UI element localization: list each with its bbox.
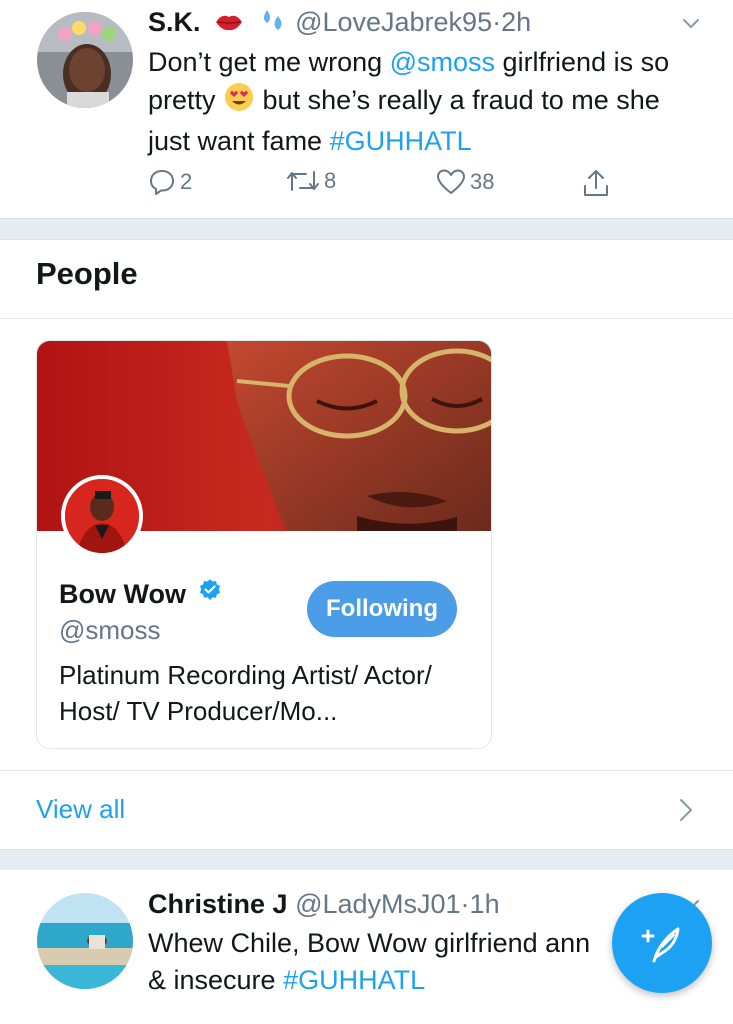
compose-tweet-button[interactable] bbox=[612, 893, 712, 993]
compose-feather-icon bbox=[641, 927, 680, 963]
tweet-actions: 2 8 38 bbox=[148, 168, 618, 204]
tweet-text: Whew Chile, Bow Wow girlfriend ann & ins… bbox=[148, 925, 618, 999]
user-handle[interactable]: @LoveJabrek95 bbox=[295, 7, 492, 37]
section-divider bbox=[0, 218, 733, 240]
card-user-handle: @smoss bbox=[59, 615, 161, 645]
user-name[interactable]: Bow Wow bbox=[59, 579, 186, 609]
user-bio: Platinum Recording Artist/ Actor/ Host/ … bbox=[59, 660, 432, 726]
tweet-time: 1h bbox=[469, 889, 500, 919]
chevron-down-icon[interactable] bbox=[681, 14, 701, 34]
avatar[interactable] bbox=[37, 893, 133, 989]
heart-icon bbox=[437, 169, 465, 194]
share-button[interactable] bbox=[582, 168, 610, 198]
mention-link[interactable]: @smoss bbox=[390, 47, 495, 77]
divider bbox=[0, 318, 733, 319]
tweet-text-part: Don’t get me wrong bbox=[148, 47, 390, 77]
following-button[interactable]: Following bbox=[307, 581, 457, 637]
retweet-count: 8 bbox=[324, 168, 337, 193]
hashtag-link[interactable]: #GUHHATL bbox=[330, 126, 472, 156]
reply-button[interactable]: 2 bbox=[148, 168, 192, 196]
retweet-icon bbox=[287, 171, 319, 191]
verified-badge-icon bbox=[198, 578, 222, 609]
reply-icon bbox=[150, 170, 174, 195]
reply-count: 2 bbox=[180, 169, 193, 194]
tweet-text-part: Whew Chile, Bow Wow girlfriend ann bbox=[148, 928, 591, 958]
heart-eyes-emoji-icon bbox=[223, 81, 255, 123]
hashtag-link[interactable]: #GUHHATL bbox=[283, 965, 425, 995]
user-card[interactable]: Bow Wow @smoss Following Platinum Record… bbox=[36, 340, 492, 749]
share-icon bbox=[584, 170, 608, 196]
retweet-button[interactable]: 8 bbox=[286, 168, 336, 194]
card-user-name[interactable]: Bow Wow bbox=[59, 579, 222, 610]
separator-dot: · bbox=[460, 889, 470, 919]
sweat-droplets-emoji-icon bbox=[258, 7, 288, 40]
card-avatar[interactable] bbox=[61, 475, 143, 557]
tweet-time: 2h bbox=[501, 7, 532, 37]
user-handle[interactable]: @LadyMsJ01 bbox=[295, 889, 460, 919]
display-name[interactable]: S.K. bbox=[148, 7, 201, 37]
chevron-right-icon[interactable] bbox=[679, 798, 693, 827]
separator-dot: · bbox=[492, 7, 502, 37]
like-count: 38 bbox=[470, 169, 495, 194]
display-name[interactable]: Christine J bbox=[148, 889, 288, 919]
tweet-text-part: & insecure bbox=[148, 965, 284, 995]
tweet-header: Christine J @LadyMsJ01·1h bbox=[148, 888, 500, 920]
tweet[interactable]: S.K. @LoveJabrek95·2h Don’t get me wrong… bbox=[0, 0, 733, 218]
like-button[interactable]: 38 bbox=[436, 168, 494, 196]
section-title: People bbox=[36, 256, 138, 291]
avatar[interactable] bbox=[37, 12, 133, 108]
tweet-header: S.K. @LoveJabrek95·2h bbox=[148, 6, 531, 40]
tweet-text: Don’t get me wrong @smoss girlfriend is … bbox=[148, 44, 708, 160]
divider bbox=[0, 770, 733, 771]
view-all-link[interactable]: View all bbox=[36, 794, 125, 825]
lips-emoji-icon bbox=[214, 8, 244, 40]
section-divider bbox=[0, 849, 733, 871]
